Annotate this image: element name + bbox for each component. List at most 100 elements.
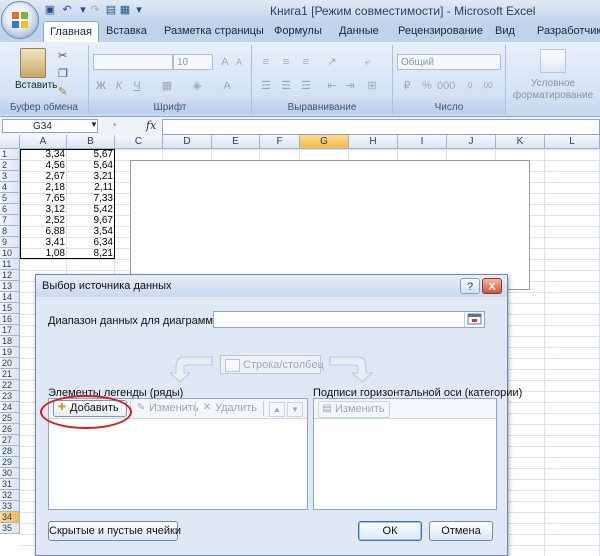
row-header[interactable]: 18 [0,336,20,347]
select-all-corner[interactable] [0,135,20,149]
column-header[interactable]: H [349,135,398,149]
move-down-icon[interactable]: ▼ [287,402,303,417]
tab-review[interactable]: Рецензирование [398,25,483,37]
align-top-icon[interactable]: ≡ [258,54,274,70]
column-header[interactable]: F [260,135,300,149]
tab-home[interactable]: Главная [43,21,99,43]
row-header[interactable]: 32 [0,490,20,501]
borders-icon[interactable]: ▦ [159,78,175,94]
format-painter-icon[interactable]: ✎ [58,85,67,98]
copy-icon[interactable]: ❐ [58,67,68,80]
row-header[interactable]: 11 [0,259,20,270]
number-format-dropdown[interactable]: Общий [397,54,501,70]
row-header[interactable]: 23 [0,391,20,402]
formula-input[interactable] [162,119,600,135]
column-header[interactable]: L [545,135,600,149]
delete-series-button[interactable]: ✕ Удалить [199,401,257,416]
currency-icon[interactable]: ₽ [399,78,415,94]
row-header[interactable]: 16 [0,314,20,325]
conditional-format-label-2[interactable]: форматирование [506,90,600,101]
align-center-icon[interactable]: ☰ [278,78,294,94]
tab-page-layout[interactable]: Разметка страницы [164,25,264,37]
paste-label[interactable]: Вставить [15,80,57,91]
column-header[interactable]: D [163,135,212,149]
insert-function-icon[interactable]: fx [146,119,156,132]
column-header[interactable]: C [115,135,163,149]
column-header[interactable]: K [496,135,545,149]
row-header[interactable]: 19 [0,347,20,358]
edit-series-button[interactable]: ✎ Изменить [133,401,199,416]
italic-icon[interactable]: К [111,78,127,94]
redo-icon[interactable]: ↷ [88,3,102,17]
column-header[interactable]: I [398,135,447,149]
column-header[interactable]: G [300,135,349,149]
open-icon[interactable]: ▦ [118,3,132,17]
column-header[interactable]: J [447,135,496,149]
align-middle-icon[interactable]: ≡ [278,54,294,70]
merge-center-icon[interactable]: ⊞ [364,78,380,94]
row-header[interactable]: 12 [0,270,20,281]
row-header[interactable]: 27 [0,435,20,446]
row-header[interactable]: 15 [0,303,20,314]
chart-area[interactable] [130,160,530,290]
range-picker-icon[interactable] [464,312,484,327]
cancel-button[interactable]: Отмена [429,521,493,541]
row-header[interactable]: 6 [0,204,20,215]
row-header[interactable]: 30 [0,468,20,479]
row-header[interactable]: 34 [0,512,20,523]
switch-row-column-button[interactable]: Строка/столбец [220,355,324,374]
tab-data[interactable]: Данные [339,25,379,37]
hidden-empty-cells-button[interactable]: Скрытые и пустые ячейки [48,521,181,541]
column-header[interactable]: B [67,135,115,149]
tab-view[interactable]: Вид [495,25,515,37]
office-button[interactable] [1,1,39,39]
row-header[interactable]: 20 [0,358,20,369]
row-header[interactable]: 1 [0,149,20,160]
row-header[interactable]: 13 [0,281,20,292]
axis-labels-panel[interactable]: ▤ Изменить [313,398,497,510]
increase-indent-icon[interactable]: ⇥ [342,78,358,94]
row-header[interactable]: 9 [0,237,20,248]
help-button[interactable]: ? [460,278,480,294]
row-header[interactable]: 25 [0,413,20,424]
thousands-icon[interactable]: 000 [437,78,455,94]
align-left-icon[interactable]: ☰ [258,78,274,94]
conditional-format-label-1[interactable]: Условное [506,78,600,89]
customize-toolbar-icon[interactable]: ▾ [132,3,146,17]
cut-icon[interactable]: ✂ [58,49,67,62]
row-header[interactable]: 14 [0,292,20,303]
align-bottom-icon[interactable]: ≡ [298,54,314,70]
row-header[interactable]: 4 [0,182,20,193]
tab-developer[interactable]: Разработчик [537,25,600,37]
edit-axis-labels-button[interactable]: ▤ Изменить [318,401,390,418]
font-size-dropdown[interactable]: 10 [173,54,213,70]
column-header[interactable]: A [20,135,67,149]
row-header[interactable]: 8 [0,226,20,237]
percent-icon[interactable]: % [419,78,435,94]
decrease-indent-icon[interactable]: ⇤ [324,78,340,94]
row-header[interactable]: 3 [0,171,20,182]
tab-insert[interactable]: Вставка [106,25,147,37]
underline-icon[interactable]: Ч [129,78,145,94]
align-right-icon[interactable]: ☰ [298,78,314,94]
row-header[interactable]: 17 [0,325,20,336]
row-header[interactable]: 33 [0,501,20,512]
row-header[interactable]: 21 [0,369,20,380]
save-icon[interactable]: ▣ [43,3,57,17]
ok-button[interactable]: ОК [358,521,422,541]
conditional-format-icon[interactable] [540,49,566,73]
name-box[interactable]: G34 [2,119,98,133]
row-header[interactable]: 24 [0,402,20,413]
font-color-icon[interactable]: A [219,78,235,94]
row-header[interactable]: 35 [0,523,20,534]
undo-icon[interactable]: ↶ [60,3,74,17]
row-header[interactable]: 22 [0,380,20,391]
increase-decimal-icon[interactable]: ,0 [461,78,477,94]
row-header[interactable]: 31 [0,479,20,490]
bold-icon[interactable]: Ж [93,78,109,94]
row-header[interactable]: 28 [0,446,20,457]
decrease-decimal-icon[interactable]: ,00 [479,78,495,94]
row-header[interactable]: 29 [0,457,20,468]
paste-special-icon[interactable]: ▤ [104,3,118,17]
chart-range-input[interactable] [213,311,485,328]
